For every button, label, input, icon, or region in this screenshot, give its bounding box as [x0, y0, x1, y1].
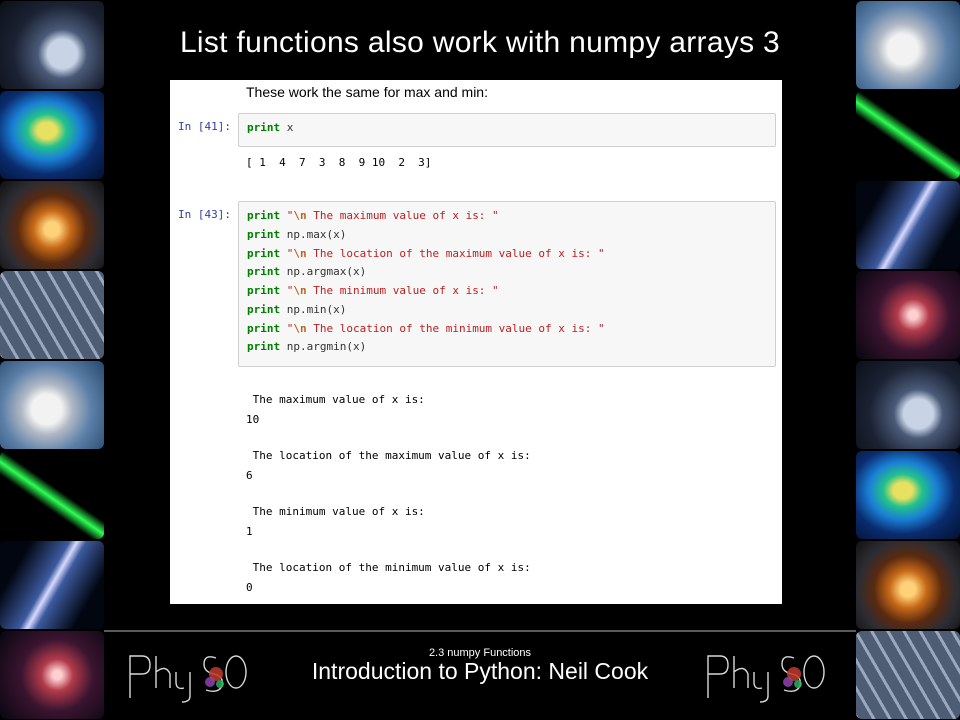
nebula-image — [856, 271, 960, 359]
keyword: print — [247, 284, 281, 297]
code-line: print np.max(x) — [247, 226, 775, 245]
code-line: print x — [247, 119, 775, 138]
graphene-lattice-image — [856, 631, 960, 719]
output-line: The maximum value of x is: — [246, 393, 425, 406]
code-text: np.max(x) — [280, 227, 347, 241]
keyword: print — [247, 209, 281, 222]
green-laser-image — [0, 451, 104, 539]
markdown-description: These work the same for max and min: — [246, 84, 488, 100]
output-line: The minimum value of x is: — [246, 505, 425, 518]
slide-title: List functions also work with numpy arra… — [179, 26, 781, 59]
output-line: The location of the maximum value of x i… — [246, 449, 531, 462]
keyword: print — [247, 321, 281, 335]
keyword: print — [247, 227, 281, 241]
code-cell[interactable]: print x — [238, 113, 776, 147]
string-literal: The maximum value of x is: " — [306, 209, 499, 222]
milky-way-image — [856, 181, 960, 269]
keyword: print — [247, 340, 281, 354]
nebula-image — [0, 631, 104, 719]
output-line: 1 — [246, 525, 253, 538]
keyword: print — [247, 265, 281, 279]
fusion-reactor-image — [0, 181, 104, 269]
milky-way-image — [0, 541, 104, 629]
string-literal: The minimum value of x is: " — [306, 284, 499, 297]
keyword: print — [247, 121, 281, 134]
radio-telescope-image — [856, 1, 960, 89]
particle-accelerator-image — [856, 361, 960, 449]
radio-telescope-image — [0, 361, 104, 449]
code-line: print "\n The minimum value of x is: " — [247, 282, 775, 301]
code-text: np.argmin(x) — [280, 340, 367, 354]
cell-prompt: In [43]: — [178, 208, 231, 221]
brain-scan-image — [856, 451, 960, 539]
notebook-panel: These work the same for max and min: In … — [170, 80, 782, 604]
code-line: print np.min(x) — [247, 301, 775, 320]
keyword: print — [247, 246, 281, 260]
keyword: print — [247, 302, 281, 316]
cell-prompt: In [41]: — [178, 120, 231, 133]
output-line: The location of the minimum value of x i… — [246, 561, 531, 574]
escape-sequence: \n — [293, 321, 307, 335]
code-text: np.min(x) — [280, 302, 347, 316]
code-cell[interactable]: print "\n The maximum value of x is: " p… — [238, 201, 776, 367]
graphene-lattice-image — [0, 271, 104, 359]
left-image-column — [0, 0, 104, 720]
code-line: print "\n The location of the maximum va… — [247, 245, 775, 264]
output-line: 10 — [246, 413, 260, 426]
fusion-reactor-image — [856, 541, 960, 629]
escape-sequence: \n — [293, 284, 307, 297]
course-title: Introduction to Python: Neil Cook — [311, 658, 649, 684]
output-line: 0 — [246, 581, 253, 594]
escape-sequence: \n — [293, 246, 307, 260]
string-literal: The location of the minimum value of x i… — [306, 321, 605, 335]
particle-accelerator-image — [0, 1, 104, 89]
code-line: print "\n The maximum value of x is: " — [247, 207, 775, 226]
string-literal: The location of the maximum value of x i… — [306, 246, 605, 260]
right-image-column — [856, 0, 960, 720]
code-line: print np.argmin(x) — [247, 338, 775, 357]
code-text: x — [280, 121, 294, 134]
footer-divider — [104, 630, 856, 632]
green-laser-image — [856, 91, 960, 179]
code-text: np.argmax(x) — [280, 265, 367, 279]
cell-output: [ 1 4 7 3 8 9 10 2 3] — [246, 156, 432, 169]
escape-sequence: \n — [293, 209, 307, 222]
code-line: print "\n The location of the minimum va… — [247, 320, 775, 339]
output-line: 6 — [246, 469, 253, 482]
code-line: print np.argmax(x) — [247, 263, 775, 282]
brain-scan-image — [0, 91, 104, 179]
